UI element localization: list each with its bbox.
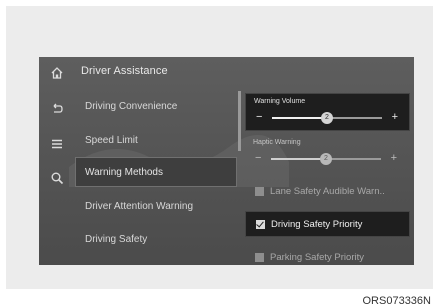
slider-track[interactable]: 2 <box>271 153 381 165</box>
haptic-warning-control: Haptic Warning − 2 + <box>245 135 410 173</box>
slider-knob[interactable]: 2 <box>321 112 333 124</box>
checkbox-checked[interactable] <box>256 219 265 229</box>
option-label: Lane Safety Audible Warn.. <box>270 185 385 197</box>
slider-fill <box>271 158 326 160</box>
warning-volume-control: Warning Volume − 2 + <box>245 93 410 131</box>
haptic-warning-label: Haptic Warning <box>253 139 301 146</box>
figure-code: ORS073336N <box>362 295 432 307</box>
sidebar-icon-column <box>39 57 75 265</box>
menu-item-warning-methods[interactable]: Warning Methods <box>75 157 237 187</box>
infotainment-screen: Driver Assistance Driving Convenience Sp… <box>39 57 414 265</box>
menu-item-driving-convenience[interactable]: Driving Convenience <box>75 91 237 121</box>
slider-track[interactable]: 2 <box>272 112 382 124</box>
slider-knob[interactable]: 2 <box>320 153 332 165</box>
page-title: Driver Assistance <box>81 65 168 77</box>
back-icon[interactable] <box>49 101 65 117</box>
menu-item-speed-limit[interactable]: Speed Limit <box>75 125 237 155</box>
slider-fill <box>272 117 327 119</box>
checkbox[interactable] <box>255 186 264 196</box>
minus-icon[interactable]: − <box>255 152 261 164</box>
option-label: Driving Safety Priority <box>271 218 363 230</box>
menu-item-driver-attention-warning[interactable]: Driver Attention Warning <box>75 191 237 221</box>
haptic-warning-slider[interactable]: − 2 + <box>253 151 399 167</box>
checkbox[interactable] <box>255 252 264 262</box>
menu-item-driving-safety[interactable]: Driving Safety <box>75 224 237 254</box>
warning-volume-slider[interactable]: − 2 + <box>254 110 400 126</box>
option-parking-safety-priority[interactable]: Parking Safety Priority <box>245 244 410 265</box>
home-icon[interactable] <box>49 65 65 81</box>
plus-icon[interactable]: + <box>391 152 397 164</box>
plus-icon[interactable]: + <box>392 111 398 123</box>
warning-volume-label: Warning Volume <box>254 98 306 105</box>
option-label: Parking Safety Priority <box>270 251 364 263</box>
option-lane-safety-audible-warning[interactable]: Lane Safety Audible Warn.. <box>245 178 410 204</box>
search-icon[interactable] <box>49 170 65 186</box>
option-driving-safety-priority[interactable]: Driving Safety Priority <box>245 211 410 237</box>
minus-icon[interactable]: − <box>256 111 262 123</box>
scrollbar[interactable] <box>238 91 241 151</box>
menu-icon[interactable] <box>49 136 65 152</box>
